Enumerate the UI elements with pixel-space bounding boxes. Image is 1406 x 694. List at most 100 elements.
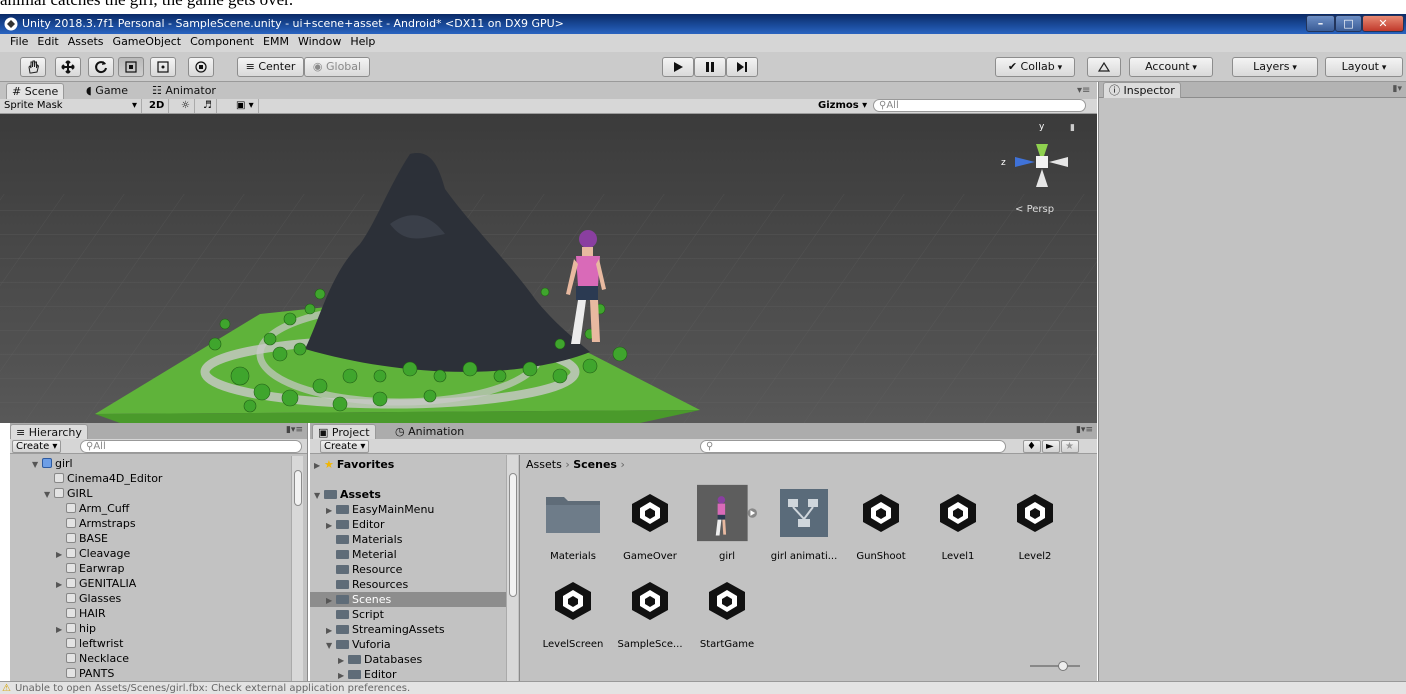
zoom-slider[interactable]: [1030, 661, 1080, 671]
expand-down-icon[interactable]: ▼: [314, 488, 324, 503]
hierarchy-row[interactable]: ▶ GENITALIA: [56, 576, 136, 591]
project-tree-scrollbar[interactable]: [506, 455, 518, 681]
filter-type-button[interactable]: ♦: [1023, 440, 1041, 453]
asset-item[interactable]: StartGame: [692, 571, 762, 650]
asset-item[interactable]: GameOver: [615, 483, 685, 562]
tab-animation[interactable]: ◷ Animation: [390, 424, 469, 439]
expand-right-icon[interactable]: ▶: [338, 653, 348, 668]
scale-tool-button[interactable]: [118, 57, 144, 77]
panel-menu-icon[interactable]: ▮▾≡: [286, 425, 303, 435]
status-bar[interactable]: ⚠ Unable to open Assets/Scenes/girl.fbx: …: [0, 681, 1406, 694]
tab-project[interactable]: ▣ Project: [312, 424, 376, 439]
tab-inspector[interactable]: ⓘ Inspector: [1103, 82, 1181, 98]
project-tree-row[interactable]: ▶ EasyMainMenu: [310, 502, 506, 517]
hierarchy-row[interactable]: Earwrap: [56, 561, 124, 576]
hierarchy-scrollbar[interactable]: [291, 456, 303, 681]
hierarchy-row[interactable]: BASE: [56, 531, 108, 546]
asset-item[interactable]: LevelScreen: [538, 571, 608, 650]
breadcrumb-assets[interactable]: Assets: [526, 458, 562, 471]
account-dropdown[interactable]: Account: [1129, 57, 1213, 77]
close-button[interactable]: ✕: [1362, 15, 1404, 32]
hierarchy-row[interactable]: leftwrist: [56, 636, 123, 651]
project-tree-row[interactable]: Meterial: [310, 547, 506, 562]
menu-assets[interactable]: Assets: [63, 34, 108, 50]
collab-dropdown[interactable]: ✔ Collab: [995, 57, 1075, 77]
move-tool-button[interactable]: [55, 57, 81, 77]
hierarchy-row[interactable]: ▼ girl: [32, 456, 73, 471]
asset-item[interactable]: Materials: [538, 483, 608, 562]
tab-animator[interactable]: ☷ Animator: [147, 83, 221, 99]
hierarchy-row[interactable]: ▶ Cleavage: [56, 546, 130, 561]
menu-emm[interactable]: EMM: [258, 34, 293, 50]
filter-label-button[interactable]: ►: [1042, 440, 1060, 453]
tab-game[interactable]: ◖ Game: [81, 83, 133, 99]
project-tree-row[interactable]: Resources: [310, 577, 506, 592]
space-global-toggle[interactable]: ◉ Global: [304, 57, 370, 77]
hand-tool-button[interactable]: [20, 57, 46, 77]
2d-toggle[interactable]: 2D: [145, 99, 169, 113]
zoom-slider-thumb[interactable]: [1058, 661, 1068, 671]
project-tree-row[interactable]: ▶ ★ Favorites: [310, 457, 506, 472]
asset-item[interactable]: girl: [692, 483, 762, 562]
project-tree-row[interactable]: ▶ Databases: [310, 652, 506, 667]
project-tree-scroll-thumb[interactable]: [509, 473, 517, 597]
scene-viewport[interactable]: y z < Persp ▮: [0, 114, 1097, 423]
project-tree-row[interactable]: Materials: [310, 532, 506, 547]
pause-button[interactable]: [694, 57, 726, 77]
menu-component[interactable]: Component: [185, 34, 258, 50]
expand-down-icon[interactable]: ▼: [44, 487, 54, 502]
cloud-button[interactable]: [1087, 57, 1121, 77]
asset-item[interactable]: girl animati...: [769, 483, 839, 562]
hierarchy-row[interactable]: PANTS: [56, 666, 114, 681]
expand-down-icon[interactable]: ▼: [326, 638, 336, 653]
project-tree-row[interactable]: Script: [310, 607, 506, 622]
expand-right-icon[interactable]: ▶: [56, 577, 66, 592]
asset-item[interactable]: SampleSce...: [615, 571, 685, 650]
project-tree-row[interactable]: ▼ Vuforia: [310, 637, 506, 652]
favorite-button[interactable]: ★: [1061, 440, 1079, 453]
expand-right-icon[interactable]: ▶: [56, 622, 66, 637]
transform-tool-button[interactable]: [188, 57, 214, 77]
expand-right-icon[interactable]: ▶: [56, 547, 66, 562]
breadcrumb-scenes[interactable]: Scenes: [573, 458, 617, 471]
menu-gameobject[interactable]: GameObject: [108, 34, 186, 50]
rect-tool-button[interactable]: [150, 57, 176, 77]
effects-dropdown[interactable]: ▣ ▾: [232, 99, 259, 113]
expand-down-icon[interactable]: ▼: [32, 457, 42, 472]
maximize-button[interactable]: □: [1335, 15, 1362, 32]
expand-right-icon[interactable]: ▶: [326, 593, 336, 608]
menu-window[interactable]: Window: [293, 34, 345, 50]
scene-search-input[interactable]: ⚲All: [873, 99, 1086, 112]
project-tree-row[interactable]: ▶ Editor: [310, 517, 506, 532]
play-button[interactable]: [662, 57, 694, 77]
hierarchy-row[interactable]: ▶ hip: [56, 621, 96, 636]
lighting-toggle[interactable]: ☼: [177, 99, 195, 113]
rotate-tool-button[interactable]: [88, 57, 114, 77]
hierarchy-search-input[interactable]: ⚲All: [80, 440, 302, 453]
expand-right-icon[interactable]: ▶: [326, 518, 336, 533]
minimize-button[interactable]: –: [1306, 15, 1335, 32]
tab-scene[interactable]: # Scene: [6, 83, 65, 99]
hierarchy-scroll-thumb[interactable]: [294, 470, 302, 506]
hierarchy-row[interactable]: Armstraps: [56, 516, 136, 531]
project-tree-row[interactable]: ▼ Assets: [310, 487, 506, 502]
hierarchy-row[interactable]: ▼ GIRL: [44, 486, 93, 501]
asset-item[interactable]: Level2: [1000, 483, 1070, 562]
project-tree-row[interactable]: ▶ Editor: [310, 667, 506, 682]
audio-toggle[interactable]: ♬: [199, 99, 217, 113]
tab-hierarchy[interactable]: ≡ Hierarchy: [10, 424, 88, 439]
expand-right-icon[interactable]: ▶: [326, 503, 336, 518]
panel-menu-icon[interactable]: ▾≡: [1072, 83, 1095, 99]
hierarchy-row[interactable]: Necklace: [56, 651, 129, 666]
expand-right-icon[interactable]: ▶: [326, 623, 336, 638]
pivot-center-toggle[interactable]: ≡ Center: [237, 57, 304, 77]
project-create-button[interactable]: Create ▾: [320, 440, 370, 453]
project-tree-row[interactable]: ▶ Scenes: [310, 592, 506, 607]
project-search-input[interactable]: ⚲: [700, 440, 1006, 453]
hierarchy-row[interactable]: HAIR: [56, 606, 106, 621]
hierarchy-row[interactable]: Arm_Cuff: [56, 501, 129, 516]
hierarchy-create-button[interactable]: Create ▾: [12, 440, 62, 453]
menu-edit[interactable]: Edit: [32, 34, 62, 50]
step-button[interactable]: [726, 57, 758, 77]
hierarchy-row[interactable]: Glasses: [56, 591, 121, 606]
